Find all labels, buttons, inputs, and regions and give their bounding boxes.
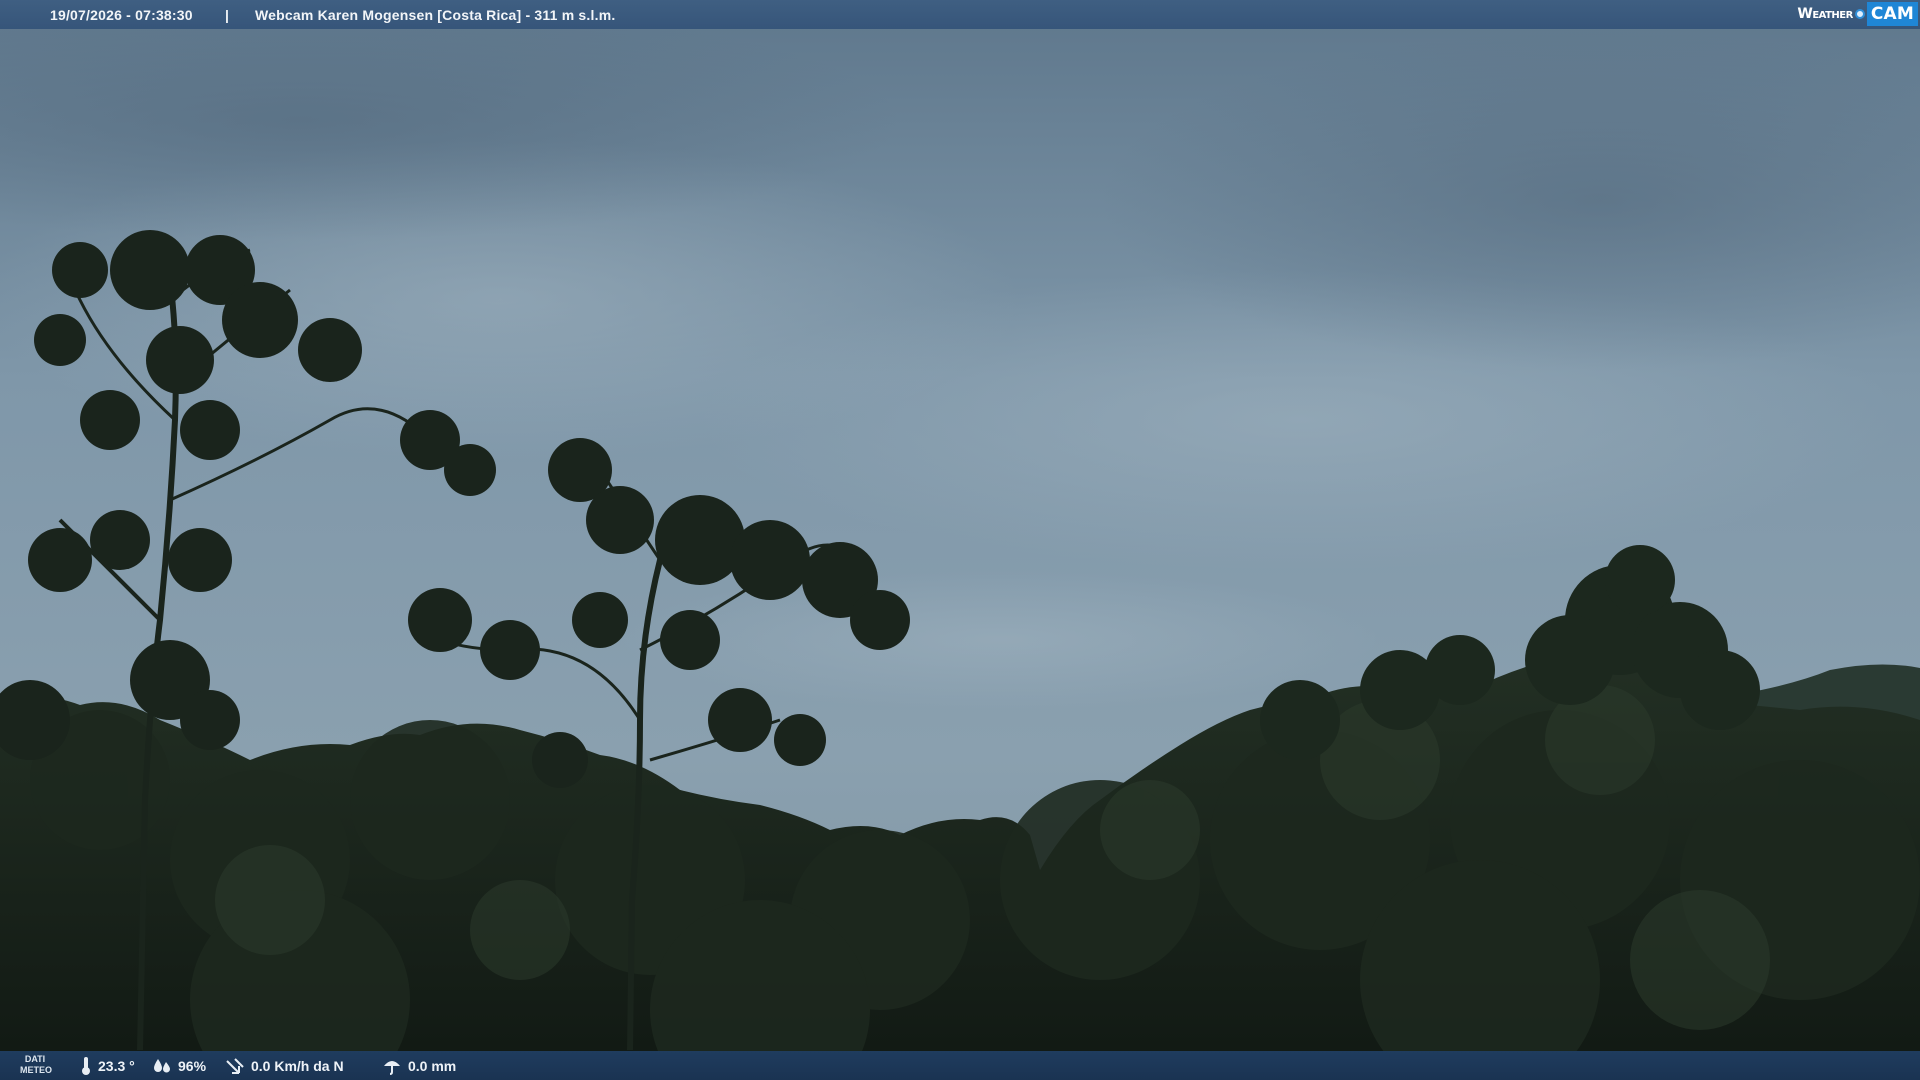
humidity-value: 96% <box>178 1057 207 1074</box>
humidity-icon <box>154 1058 170 1072</box>
weather-data-label: DATI METEO <box>20 1054 53 1075</box>
thermometer-icon <box>82 1056 90 1075</box>
wind-icon <box>226 1057 244 1074</box>
wind-value: 0.0 Km/h da N <box>251 1057 344 1074</box>
temperature-reading: 23.3 ° <box>80 1051 135 1080</box>
separator: | <box>225 6 230 23</box>
timestamp: 19/07/2026 - 07:38:30 <box>50 6 193 23</box>
top-info-bar: 19/07/2026 - 07:38:30 | Webcam Karen Mog… <box>0 0 1920 29</box>
wind-reading: 0.0 Km/h da N <box>225 1051 344 1080</box>
logo-text-cam: CAM <box>1866 2 1918 26</box>
logo-dot-icon <box>1854 9 1865 19</box>
webcam-title: Webcam Karen Mogensen [Costa Rica] - 311… <box>255 6 616 23</box>
rain-value: 0.0 mm <box>408 1057 457 1074</box>
weathercam-logo[interactable]: Weather CAM <box>1797 2 1918 26</box>
logo-text-weather: Weather <box>1797 6 1853 22</box>
webcam-image <box>0 0 1920 1080</box>
rain-icon <box>384 1060 400 1075</box>
weather-data-bar: DATI METEO 23.3 ° 96% 0.0 Km/h da N 0.0 … <box>0 1051 1920 1080</box>
humidity-reading: 96% <box>152 1051 206 1080</box>
rain-reading: 0.0 mm <box>382 1051 456 1080</box>
temperature-value: 23.3 ° <box>98 1057 135 1074</box>
